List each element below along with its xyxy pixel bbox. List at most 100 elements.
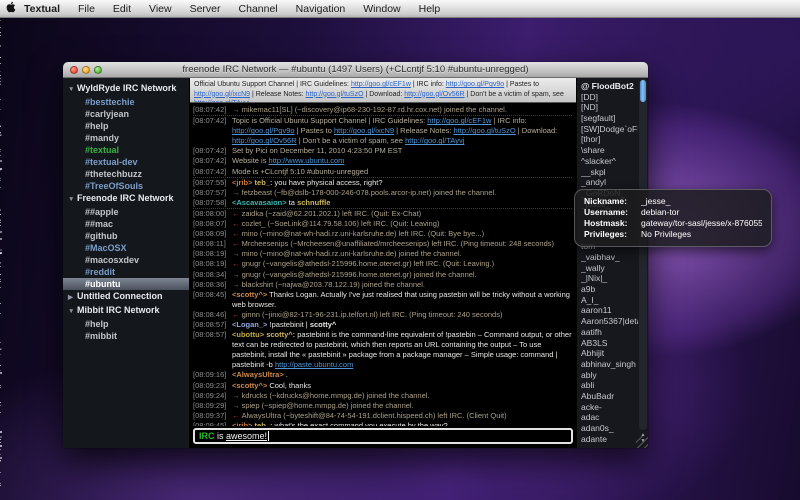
link[interactable]: http://goo.gl/cEF1w (351, 81, 411, 88)
sidebar-channel-thetechbuzz[interactable]: #thetechbuzz (63, 168, 189, 180)
link[interactable]: http://www.ubuntu.com (269, 156, 345, 165)
sidebar-channel-reddit[interactable]: #reddit (63, 266, 189, 278)
link[interactable]: http://goo.gl/tuSzO (454, 126, 516, 135)
userlist-item-ably[interactable]: ably (581, 370, 638, 381)
server-group-wyldryde-irc-network[interactable]: ▼WyldRyde IRC Network (63, 82, 189, 96)
server-group-untitled-connection[interactable]: ▶Untitled Connection (63, 290, 189, 304)
star (0, 287, 1, 288)
apple-menu[interactable] (0, 1, 22, 16)
timestamp: [08:08:45] (193, 290, 232, 300)
userlist-item-wally[interactable]: _wally (581, 263, 638, 274)
userlist-item-andyl[interactable]: _andyl (581, 177, 638, 188)
link[interactable]: http://goo.gl/Pgv9o (446, 81, 504, 88)
text-segment: fetzbeast (~fb@dslb-178-000-246-078.pool… (242, 188, 497, 197)
menu-channel[interactable]: Channel (230, 0, 287, 18)
text-segment: !pastebinit | (267, 320, 309, 329)
timestamp: [08:08:34] (193, 270, 232, 280)
menu-file[interactable]: File (69, 0, 104, 18)
link[interactable]: http://goo.gl/Pgv9o (232, 126, 295, 135)
star (0, 109, 1, 110)
server-group-freenode-irc-network[interactable]: ▼Freenode IRC Network (63, 192, 189, 206)
link[interactable]: http://goo.gl/Ov56R (232, 136, 297, 145)
link[interactable]: http://goo.gl/cEF1w (427, 116, 491, 125)
userlist-item-abli[interactable]: abli (581, 380, 638, 391)
chat-message-row: [08:07:42]Website is http://www.ubuntu.c… (193, 156, 572, 166)
userlist-item-ai[interactable]: A_I_ (581, 295, 638, 306)
userlist-item-abubadr[interactable]: AbuBadr (581, 391, 638, 402)
userlist-item-adac[interactable]: adac (581, 412, 638, 423)
userlist-item-abhinavsingh[interactable]: abhinav_singh (581, 359, 638, 370)
userlist-item-aaron5367detach[interactable]: Aaron5367|detach (581, 316, 638, 327)
userlist-item-dd[interactable]: [DD] (581, 92, 638, 103)
window-titlebar[interactable]: freenode IRC Network — #ubuntu (1497 Use… (63, 62, 648, 78)
minimize-button[interactable] (82, 66, 90, 74)
sidebar-channel-mac[interactable]: ##mac (63, 218, 189, 230)
link[interactable]: http://paste.ubuntu.com (275, 360, 353, 369)
chat-log[interactable]: [08:07:42]→ mikemac11[SL] (~discovery@ip… (190, 103, 576, 426)
chat-message-row: [08:07:42]Mode is +CLcntjf 5:10 #ubuntu-… (193, 167, 572, 178)
link[interactable]: http://goo.gl/ixcN9 (194, 91, 250, 98)
sidebar-channel-ubuntu[interactable]: #ubuntu (63, 278, 189, 290)
disclosure-expanded-icon[interactable]: ▼ (68, 194, 77, 206)
sidebar-channel-textual[interactable]: #textual (63, 144, 189, 156)
menu-window[interactable]: Window (354, 0, 409, 18)
star (0, 180, 1, 181)
userlist-item-thor[interactable]: [thor] (581, 134, 638, 145)
scrollbar-thumb[interactable] (640, 80, 646, 102)
userlist-item-slacker[interactable]: ^slacker^ (581, 156, 638, 167)
userlist-item-abhijit[interactable]: Abhijit (581, 348, 638, 359)
zoom-button[interactable] (94, 66, 102, 74)
userlist-item-vaibhav[interactable]: _vaibhav_ (581, 252, 638, 263)
sidebar-channel-macosxdev[interactable]: #macosxdev (63, 254, 189, 266)
sidebar-channel-help[interactable]: #help (63, 120, 189, 132)
sidebar-channel-besttechie[interactable]: #besttechie (63, 96, 189, 108)
user-list[interactable]: @ FloodBot2[DD][ND][segfault][SW]Dodge`o… (576, 78, 648, 448)
message-input[interactable]: IRC is awesome! (193, 428, 573, 444)
star (0, 219, 1, 220)
message-content: → mino (~mino@nat-wh-hadi.rz.uni-karlsru… (232, 249, 572, 259)
userlist-item-share[interactable]: \share (581, 145, 638, 156)
userlist-item-aaron11[interactable]: aaron11 (581, 305, 638, 316)
close-button[interactable] (70, 66, 78, 74)
sidebar-channel-help[interactable]: #help (63, 318, 189, 330)
userlist-item-ab3ls[interactable]: AB3LS (581, 338, 638, 349)
menu-edit[interactable]: Edit (104, 0, 140, 18)
sidebar-channel-textual-dev[interactable]: #textual-dev (63, 156, 189, 168)
userlist-item-segfault[interactable]: [segfault] (581, 113, 638, 124)
sidebar-channel-apple[interactable]: ##apple (63, 206, 189, 218)
userlist-item-adante[interactable]: adante (581, 434, 638, 445)
userlist-item-skpl[interactable]: __skpl (581, 167, 638, 178)
disclosure-collapsed-icon[interactable]: ▶ (68, 292, 77, 304)
userlist-item-acke[interactable]: acke- (581, 402, 638, 413)
resize-grip[interactable] (636, 436, 648, 448)
userlist-item-floodbot2[interactable]: @ FloodBot2 (581, 81, 638, 92)
text-segment: Official Ubuntu Support Channel | IRC Gu… (194, 81, 351, 88)
sidebar-channel-mibbit[interactable]: #mibbit (63, 330, 189, 342)
menu-navigation[interactable]: Navigation (287, 0, 355, 18)
userlist-scrollbar[interactable] (639, 79, 647, 430)
disclosure-expanded-icon[interactable]: ▼ (68, 84, 77, 96)
userlist-item-swdodgeoff[interactable]: [SW]Dodge`oFF (581, 124, 638, 135)
sidebar-channel-mandy[interactable]: #mandy (63, 132, 189, 144)
link[interactable]: http://goo.gl/Ov56R (404, 91, 464, 98)
server-group-mibbit-irc-network[interactable]: ▼Mibbit IRC Network (63, 304, 189, 318)
link[interactable]: http://goo.gl/ixcN9 (334, 126, 394, 135)
menu-view[interactable]: View (140, 0, 181, 18)
sidebar-channel-MacOSX[interactable]: #MacOSX (63, 242, 189, 254)
sidebar-channel-github[interactable]: #github (63, 230, 189, 242)
menu-textual[interactable]: Textual (22, 0, 69, 18)
user-info-tooltip: Nickname:_jesse_Username:debian-torHostm… (574, 189, 772, 247)
userlist-item-a9b[interactable]: a9b (581, 284, 638, 295)
userlist-item-nix[interactable]: _|Nix|_ (581, 273, 638, 284)
menu-help[interactable]: Help (410, 0, 450, 18)
disclosure-expanded-icon[interactable]: ▼ (68, 306, 77, 318)
menu-server[interactable]: Server (181, 0, 230, 18)
link[interactable]: http://goo.gl/tuSzO (306, 91, 364, 98)
sidebar-channel-carlyjean[interactable]: #carlyjean (63, 108, 189, 120)
timestamp: [08:08:09] (193, 229, 232, 239)
userlist-item-nd[interactable]: [ND] (581, 102, 638, 113)
userlist-item-adan0s[interactable]: adan0s_ (581, 423, 638, 434)
userlist-item-aatifh[interactable]: aatifh (581, 327, 638, 338)
link[interactable]: http://goo.gl/TAyvj (405, 136, 464, 145)
sidebar-channel-TreeOfSouls[interactable]: #TreeOfSouls (63, 180, 189, 192)
